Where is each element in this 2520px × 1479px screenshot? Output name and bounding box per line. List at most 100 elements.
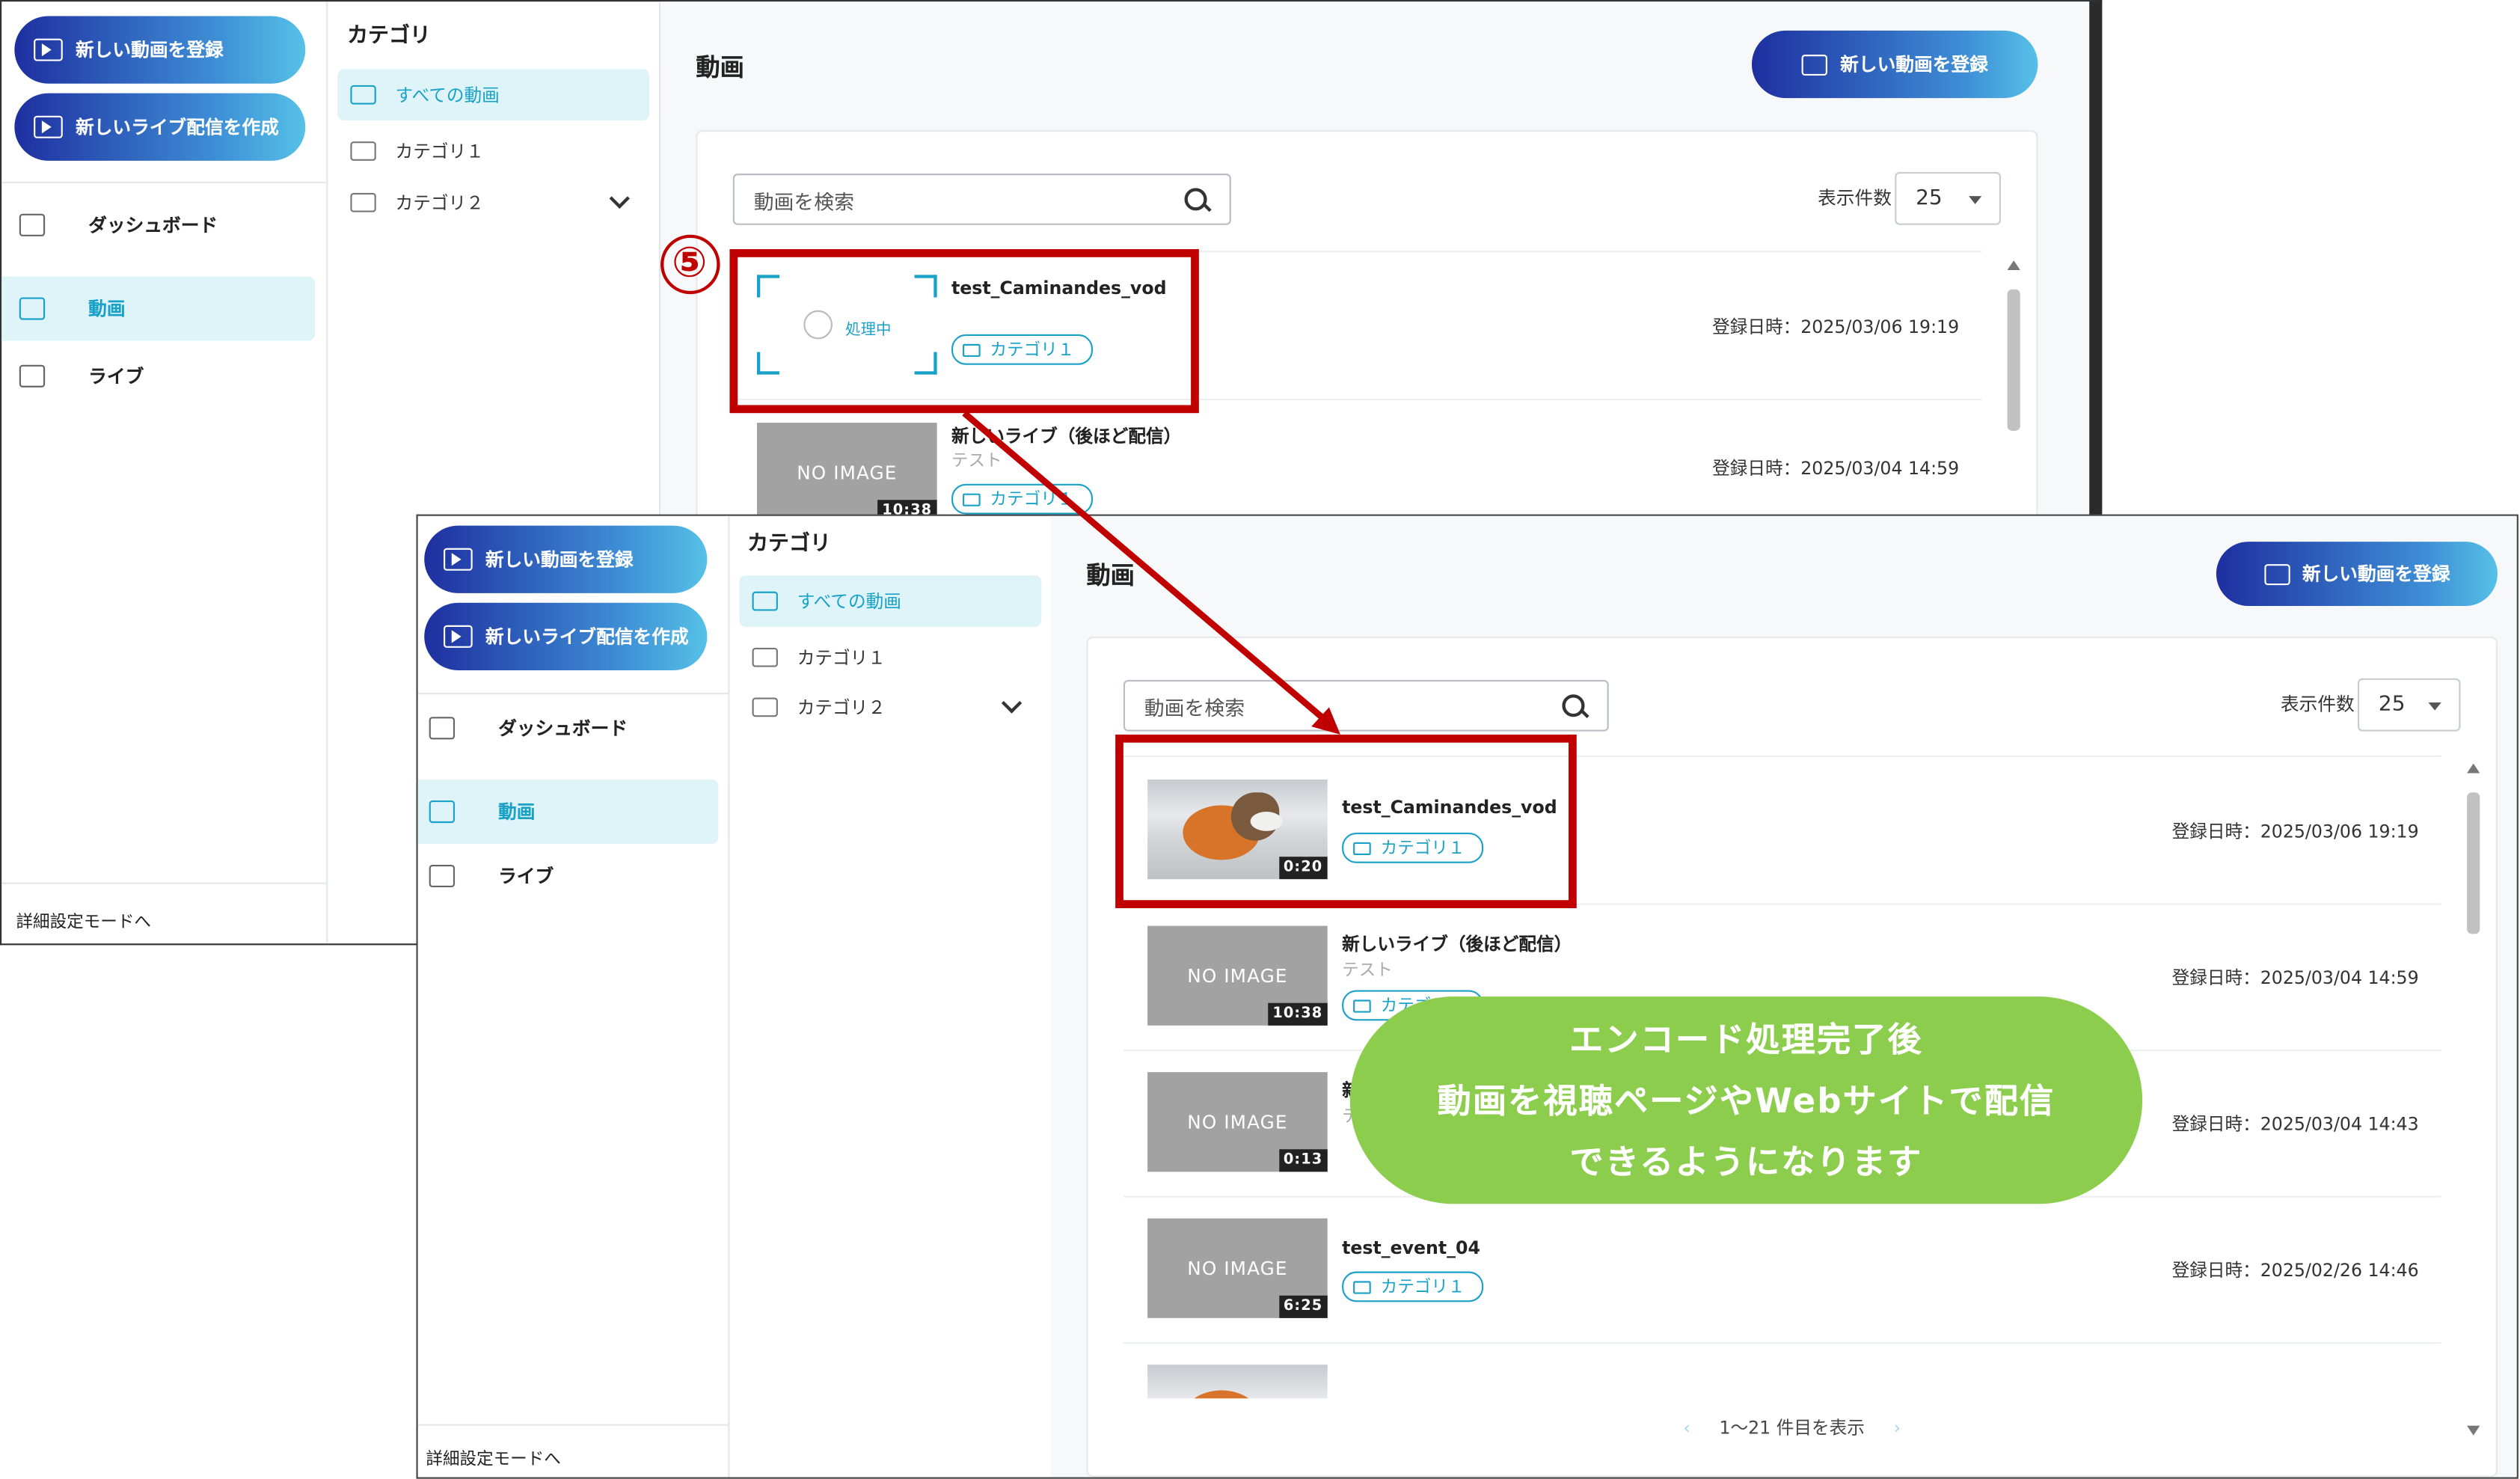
folder-icon	[963, 492, 981, 506]
registered-date: 登録日時：2025/03/04 14:59	[2171, 967, 2419, 989]
category-1[interactable]: カテゴリ１	[739, 631, 1041, 683]
advanced-mode-link[interactable]: 詳細設定モードへ	[16, 910, 150, 934]
video-title[interactable]: 新しいライブ（後ほど配信）	[951, 423, 1181, 448]
divider	[417, 693, 729, 695]
new-video-button[interactable]: 新しい動画を登録	[424, 525, 708, 593]
dashboard-icon	[429, 717, 456, 740]
folder-icon	[350, 192, 376, 212]
dashboard-icon	[19, 213, 46, 236]
registered-date: 登録日時：2025/03/06 19:19	[2171, 821, 2419, 842]
category-title: カテゴリ	[747, 532, 831, 557]
registered-date: 登録日時：2025/03/06 19:19	[1712, 316, 1960, 338]
new-video-button[interactable]: 新しい動画を登録	[14, 16, 306, 84]
chevron-down-icon[interactable]	[1001, 693, 1023, 714]
video-title[interactable]: 新しいライブ（後ほど配信）	[1342, 931, 1572, 956]
camera-icon	[19, 364, 46, 388]
scrollbar[interactable]	[2467, 763, 2480, 1436]
callout-line: エンコード処理完了後	[1569, 1020, 1923, 1059]
sidebar-item-videos[interactable]: 動画	[417, 780, 719, 845]
add-video-icon	[1801, 53, 1827, 75]
scroll-down-icon[interactable]	[2467, 1425, 2480, 1436]
page-title: 動画	[1086, 560, 1135, 590]
divider	[1, 882, 327, 884]
video-description: テスト	[951, 451, 1002, 471]
callout-line: 動画を視聴ページやWebサイトで配信	[1437, 1080, 2055, 1120]
page-title: 動画	[696, 52, 744, 82]
thumbnail: NO IMAGE 0:13	[1147, 1072, 1328, 1172]
duration-badge: 10:38	[1267, 1002, 1328, 1026]
next-page-icon[interactable]: ›	[1894, 1418, 1901, 1439]
callout-line: できるようになります	[1569, 1142, 1923, 1181]
folder-icon	[1353, 1280, 1371, 1293]
category-tag: カテゴリ１	[951, 483, 1092, 515]
category-1[interactable]: カテゴリ１	[337, 126, 649, 177]
registered-date: 登録日時：2025/03/04 14:59	[1712, 458, 1960, 480]
sidebar-item-videos[interactable]: 動画	[1, 276, 316, 341]
search-icon[interactable]	[1562, 694, 1585, 717]
new-live-button[interactable]: 新しいライブ配信を作成	[14, 93, 306, 161]
add-video-icon	[444, 548, 473, 571]
divider	[417, 1424, 729, 1426]
add-video-icon	[2263, 563, 2290, 585]
duration-badge: 0:13	[1278, 1149, 1328, 1172]
folder-icon	[752, 647, 778, 667]
chevron-down-icon[interactable]	[609, 188, 630, 209]
category-title: カテゴリ	[347, 24, 431, 49]
highlight-box-processing	[729, 249, 1199, 414]
search-input[interactable]: 動画を検索	[732, 174, 1231, 225]
search-input[interactable]: 動画を検索	[1123, 679, 1609, 732]
category-2[interactable]: カテゴリ２	[739, 682, 1041, 733]
register-video-button[interactable]: 新しい動画を登録	[1751, 30, 2038, 99]
prev-page-icon[interactable]: ‹	[1683, 1418, 1690, 1439]
sidebar: 新しい動画を登録 新しいライブ配信を作成 ダッシュボード 動画 ライブ 詳細設定…	[1, 1, 328, 944]
registered-date: 登録日時：2025/03/04 14:43	[2171, 1113, 2419, 1135]
per-page-select[interactable]: 25	[2357, 678, 2461, 732]
category-panel: カテゴリ すべての動画 カテゴリ１ カテゴリ２	[728, 515, 1053, 1478]
divider	[1, 181, 327, 183]
step-number: ⑤	[657, 231, 722, 296]
sidebar-item-dashboard[interactable]: ダッシュボード	[418, 696, 719, 760]
sidebar-item-live[interactable]: ライブ	[418, 844, 719, 908]
folder-icon	[752, 591, 778, 611]
folder-icon	[350, 141, 376, 161]
video-library-icon	[429, 800, 456, 824]
thumbnail: NO IMAGE 6:25	[1147, 1218, 1328, 1318]
category-tag: カテゴリ１	[1342, 1271, 1483, 1302]
per-page-select[interactable]: 25	[1895, 171, 2002, 225]
thumbnail: NO IMAGE 10:38	[1147, 925, 1328, 1026]
scroll-up-icon[interactable]	[2007, 260, 2020, 270]
sidebar: 新しい動画を登録 新しいライブ配信を作成 ダッシュボード 動画 ライブ 詳細設定…	[417, 515, 730, 1478]
screenshot-composite: 新しい動画を登録 新しいライブ配信を作成 ダッシュボード 動画 ライブ 詳細設定…	[0, 0, 2520, 1479]
table-row[interactable]: NO IMAGE 6:25 test_event_04 カテゴリ１ 登録日時：20…	[1123, 1196, 2441, 1344]
pagination: ‹ 1～21 件目を表示 ›	[1683, 1418, 1901, 1439]
folder-icon	[752, 697, 778, 717]
registered-date: 登録日時：2025/02/26 14:46	[2171, 1260, 2419, 1282]
per-page-label: 表示件数	[1818, 186, 1892, 209]
video-description: テスト	[1342, 961, 1393, 981]
register-video-button[interactable]: 新しい動画を登録	[2216, 542, 2498, 607]
thumbnail	[1147, 1365, 1328, 1399]
video-library-icon	[19, 297, 46, 320]
camera-icon	[429, 864, 456, 888]
sidebar-item-live[interactable]: ライブ	[1, 344, 315, 408]
category-2[interactable]: カテゴリ２	[337, 177, 649, 228]
add-live-icon	[444, 625, 473, 648]
duration-badge: 6:25	[1278, 1295, 1328, 1318]
new-live-button[interactable]: 新しいライブ配信を作成	[424, 602, 708, 670]
sidebar-item-dashboard[interactable]: ダッシュボード	[1, 193, 315, 257]
video-title[interactable]: test_event_04	[1342, 1237, 1480, 1258]
per-page-label: 表示件数	[2280, 693, 2355, 716]
callout-bubble: エンコード処理完了後 動画を視聴ページやWebサイトで配信 できるようになります	[1349, 996, 2143, 1204]
scroll-thumb[interactable]	[2467, 792, 2480, 934]
add-live-icon	[34, 115, 63, 138]
search-icon[interactable]	[1184, 188, 1207, 211]
scroll-thumb[interactable]	[2007, 289, 2020, 431]
table-row[interactable]	[1123, 1342, 2441, 1399]
folder-icon	[350, 85, 376, 105]
advanced-mode-link[interactable]: 詳細設定モードへ	[426, 1447, 560, 1471]
category-all[interactable]: すべての動画	[337, 69, 650, 121]
add-video-icon	[34, 38, 63, 61]
category-all[interactable]: すべての動画	[739, 575, 1042, 627]
thumbnail: NO IMAGE 10:38	[756, 423, 937, 523]
scroll-up-icon[interactable]	[2467, 763, 2480, 774]
